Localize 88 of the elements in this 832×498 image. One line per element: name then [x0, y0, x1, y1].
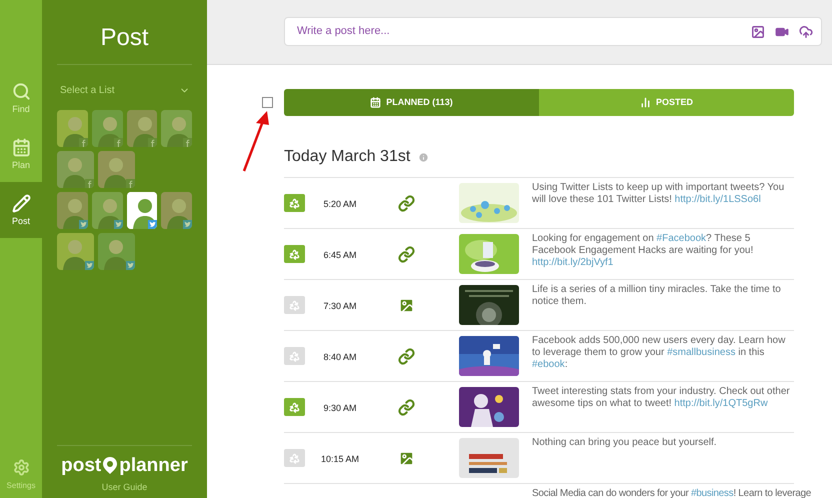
link[interactable]: http://bit.ly/1QT5gRw: [674, 398, 768, 409]
logo-text: planner: [119, 456, 188, 474]
link-icon: [398, 348, 414, 364]
link[interactable]: http://bit.ly/1LSSo6l: [674, 194, 761, 205]
calendar-icon: [370, 97, 382, 108]
avatar-button[interactable]: [92, 110, 122, 147]
link[interactable]: http://bit.ly/2bjVyf1: [532, 257, 614, 268]
post-text: Life is a series of a million tiny miracles. Take the time to notice them.: [532, 284, 782, 308]
avatar-button[interactable]: [57, 110, 88, 147]
avatar-button[interactable]: [161, 110, 192, 147]
nav-item[interactable]: Find: [0, 70, 42, 126]
pin-icon: [103, 456, 118, 474]
facebook-icon: [85, 179, 94, 188]
search-icon: [12, 82, 30, 101]
link[interactable]: #smallbusiness: [667, 347, 736, 358]
facebook-icon: [114, 138, 122, 147]
post-time: 10:15 AM: [320, 454, 360, 464]
link-icon: [398, 194, 414, 212]
avatar-button[interactable]: [161, 192, 192, 229]
link[interactable]: #business: [691, 488, 734, 498]
recycle-icon: [289, 198, 300, 208]
pencil-icon: [12, 194, 30, 213]
avatar-button[interactable]: [57, 192, 88, 229]
facebook-icon: [126, 179, 135, 188]
post-time: 9:30 AM: [323, 403, 357, 413]
calendar-icon: [12, 138, 30, 157]
avatar-button[interactable]: [98, 151, 135, 188]
avatar-button[interactable]: [57, 151, 94, 188]
post-time: 5:20 AM: [323, 199, 357, 209]
user-guide-link[interactable]: User Guide: [102, 480, 148, 494]
post-text: Nothing can bring you peace but yourself.: [532, 437, 718, 449]
post-text: Looking for engagement on #Facebook? These 5 Facebook Engagement Hacks are waiting for you! http://bit.ly/2bjVyf1: [532, 233, 754, 269]
post-text: Tweet interesting stats from your industry. Check out other awesome tips on what to tweet! http://bit.ly/1QT5gRw: [532, 386, 791, 410]
avatar-button[interactable]: [92, 192, 122, 229]
image-icon[interactable]: [751, 24, 765, 38]
avatar-button[interactable]: [126, 110, 158, 147]
bar-chart-icon: [640, 97, 651, 108]
bird-icon: [183, 220, 192, 229]
avatar-button[interactable]: [126, 192, 158, 229]
tab[interactable]: POSTED: [539, 89, 794, 116]
post-field[interactable]: Write a post here...: [284, 17, 822, 46]
date-heading: Today March 31st: [284, 147, 410, 167]
link-icon: [398, 398, 414, 416]
bird-icon: [126, 261, 135, 270]
post-input[interactable]: Write a post here...: [297, 23, 741, 40]
recycle-button[interactable]: [284, 398, 305, 416]
link[interactable]: #Facebook: [656, 233, 706, 244]
facebook-icon: [183, 138, 192, 147]
settings-icon: [12, 459, 30, 476]
recycle-icon: [289, 452, 300, 464]
upload-icon[interactable]: [799, 24, 813, 38]
recycle-button[interactable]: [284, 245, 305, 263]
post-text: Social Media can do wonders for your #business! Learn to leverage: [532, 488, 812, 498]
select-all-checkbox[interactable]: [262, 97, 273, 108]
avatar-button[interactable]: [98, 233, 135, 270]
link-icon: [398, 246, 414, 262]
bird-icon: [85, 261, 94, 270]
recycle-icon: [289, 300, 300, 310]
facebook-icon: [78, 138, 88, 147]
bird-icon: [114, 220, 122, 229]
recycle-button[interactable]: [284, 347, 305, 365]
image-icon: [398, 450, 414, 466]
arrow: [241, 111, 271, 173]
recycle-button[interactable]: [284, 449, 305, 467]
bird-icon: [78, 220, 88, 229]
recycle-icon: [289, 402, 300, 412]
nav-item[interactable]: Plan: [0, 126, 42, 182]
nav-item[interactable]: Post: [0, 182, 42, 238]
recycle-button[interactable]: [284, 296, 305, 314]
post-time: 6:45 AM: [323, 250, 357, 260]
image-icon: [398, 296, 414, 314]
logo-text: post: [61, 456, 102, 474]
recycle-icon: [289, 350, 300, 362]
info-icon: [418, 152, 430, 162]
list-dropdown[interactable]: Select a List: [57, 83, 192, 98]
post-text: Facebook adds 500,000 new users every day. Learn how to leverage them to grow your #smallbusiness in this #ebook:: [532, 335, 786, 371]
post-time: 7:30 AM: [323, 301, 357, 311]
facebook-icon: [148, 138, 158, 147]
tab[interactable]: PLANNED (113): [284, 89, 539, 116]
link[interactable]: #ebook: [532, 359, 565, 370]
panel-title: Post: [57, 26, 192, 65]
post-text: Using Twitter Lists to keep up with important tweets? You will love these 101 Twitter Lists! http://bit.ly/1LSSo6l: [532, 182, 786, 206]
bird-icon: [148, 220, 158, 229]
post-time: 8:40 AM: [323, 352, 357, 362]
recycle-button[interactable]: [284, 194, 305, 212]
nav-item[interactable]: Settings: [0, 459, 42, 490]
avatar-button[interactable]: [57, 233, 94, 270]
recycle-icon: [289, 248, 300, 260]
